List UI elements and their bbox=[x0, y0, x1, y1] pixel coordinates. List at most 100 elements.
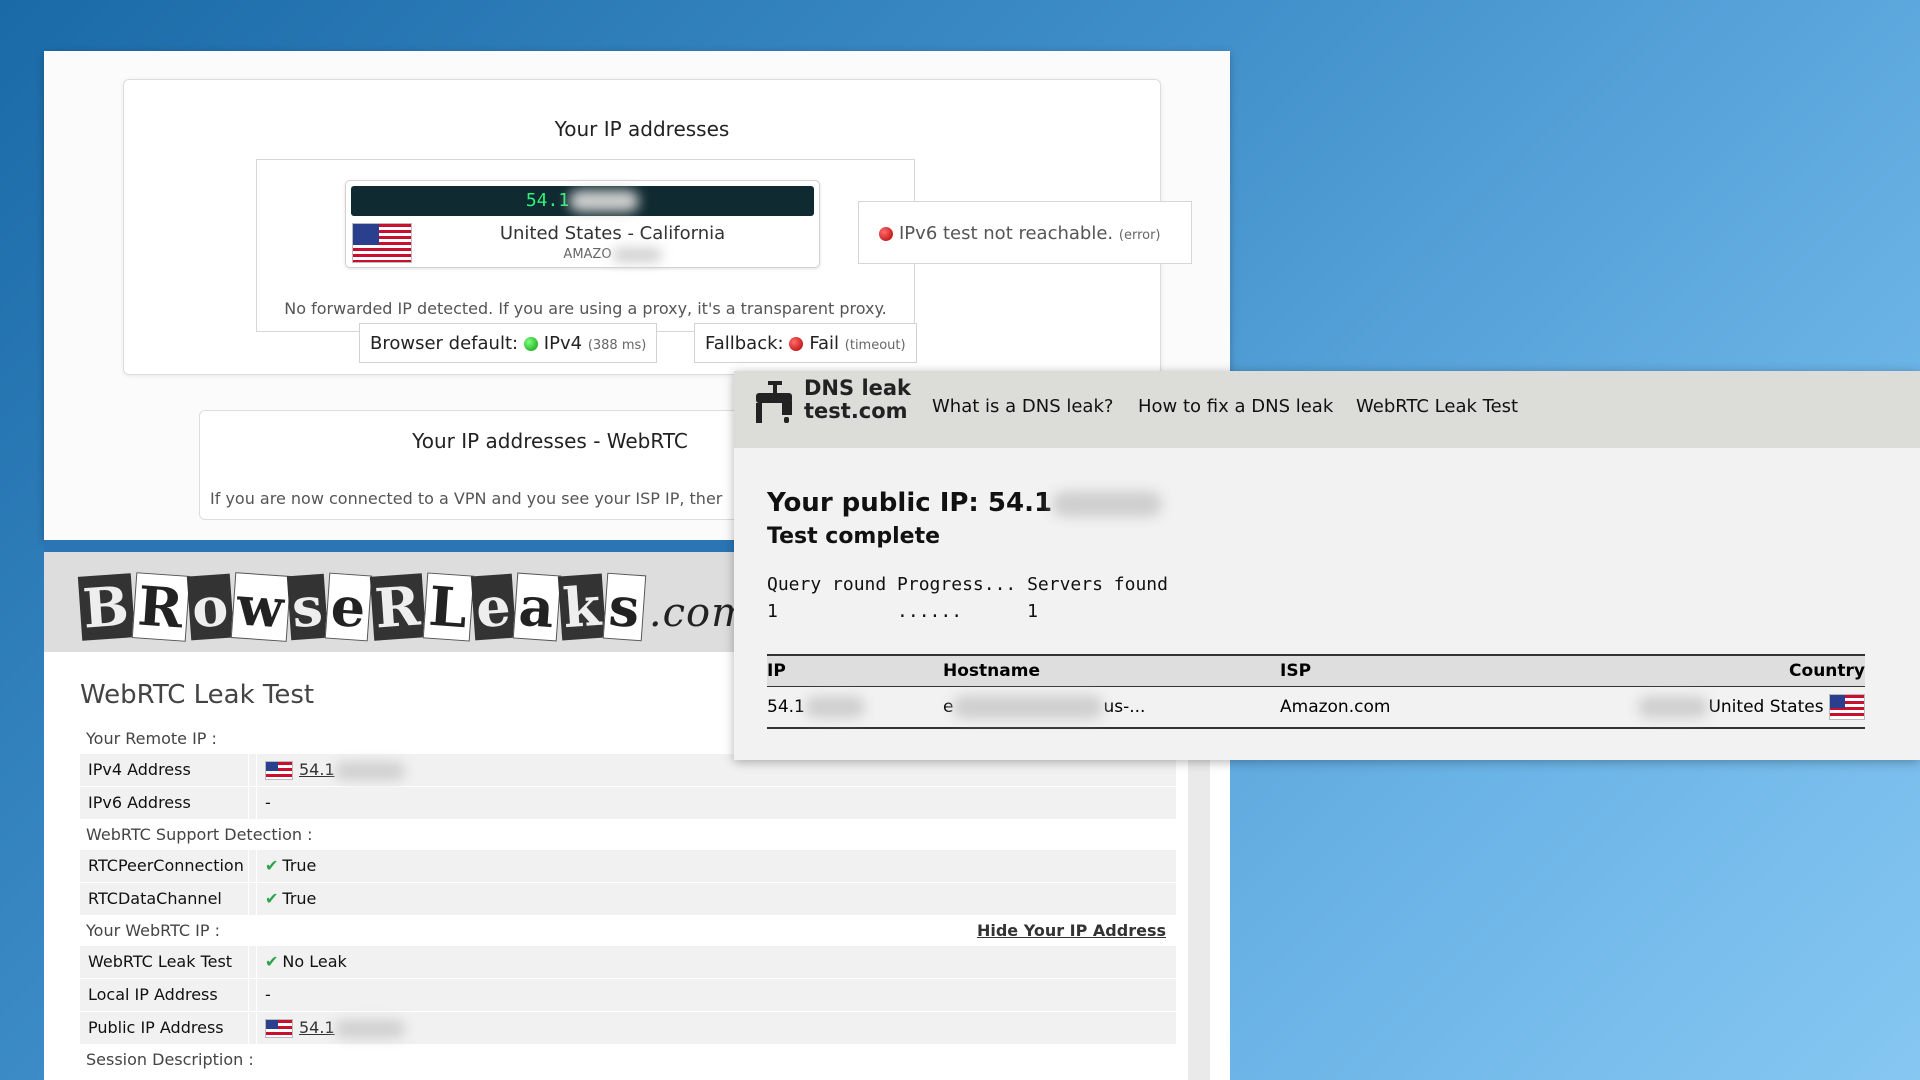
redacted-ip: x bbox=[334, 1019, 405, 1038]
col-ip: IP bbox=[767, 661, 786, 681]
table-row: IPv6 Address - bbox=[80, 787, 1176, 820]
redacted-ip: x bbox=[1052, 490, 1163, 517]
row-country: xUnited States bbox=[1638, 687, 1865, 727]
ipv6-status-text: IPv6 test not reachable. bbox=[899, 223, 1114, 244]
nav-webrtc-leak-test[interactable]: WebRTC Leak Test bbox=[1356, 396, 1518, 417]
public-ip-label: Public IP Address bbox=[88, 1018, 224, 1037]
rtcdata-value: True bbox=[282, 889, 317, 908]
leak-test-value: No Leak bbox=[282, 952, 347, 971]
ip-isp: AMAZOx bbox=[416, 247, 809, 262]
red-status-dot-icon bbox=[789, 337, 804, 351]
col-hostname: Hostname bbox=[943, 661, 1040, 681]
dnsleaktest-logo[interactable]: DNS leak test.com bbox=[804, 377, 911, 423]
row-ip-text: 54.1 bbox=[767, 697, 805, 717]
ipv4-box: 54.1x United States - California AMAZOx … bbox=[256, 159, 915, 332]
ipv4-label: IPv4 Address bbox=[88, 760, 191, 779]
red-status-dot-icon bbox=[879, 227, 893, 241]
check-icon: ✔ bbox=[265, 889, 279, 908]
table-row: 54.1x exus-... Amazon.com xUnited States bbox=[767, 687, 1865, 729]
ipv6-status-box: IPv6 test not reachable. (error) bbox=[858, 201, 1192, 264]
leak-test-label: WebRTC Leak Test bbox=[88, 952, 233, 971]
local-ip-label: Local IP Address bbox=[88, 985, 218, 1004]
public-ip-text[interactable]: 54.1 bbox=[299, 1018, 335, 1037]
ipv4-value[interactable]: 54.1x bbox=[256, 754, 405, 786]
table-row: RTCPeerConnection ✔ True bbox=[80, 850, 1176, 883]
public-ip-heading: Your public IP: 54.1x bbox=[767, 488, 1163, 518]
nav-what-is-dns-leak[interactable]: What is a DNS leak? bbox=[932, 396, 1113, 417]
ip-location: United States - California bbox=[499, 223, 726, 244]
us-flag-icon bbox=[265, 1019, 293, 1038]
public-ip-value[interactable]: 54.1x bbox=[256, 1012, 405, 1044]
ip-addresses-card: Your IP addresses 54.1x United States - … bbox=[123, 79, 1192, 375]
row-country-text: United States bbox=[1708, 697, 1824, 717]
table-row: Public IP Address 54.1x bbox=[80, 1012, 1176, 1045]
browser-default-label: Browser default: bbox=[370, 333, 519, 354]
progress-header: Query round Progress... Servers found bbox=[767, 574, 1168, 595]
table-header: IP Hostname ISP Country bbox=[767, 654, 1865, 687]
isp-text: AMAZO bbox=[563, 247, 612, 262]
ipv6-label: IPv6 Address bbox=[88, 793, 191, 812]
ipv6-status-detail: (error) bbox=[1118, 228, 1161, 243]
site-nav: DNS leak test.com What is a DNS leak? Ho… bbox=[734, 371, 1920, 448]
col-country: Country bbox=[1789, 661, 1865, 681]
col-isp: ISP bbox=[1280, 661, 1312, 681]
nav-how-to-fix[interactable]: How to fix a DNS leak bbox=[1138, 396, 1333, 417]
progress-values: 1 ...... 1 bbox=[767, 601, 1038, 622]
rtcpeer-value-cell: ✔ True bbox=[256, 850, 316, 882]
ip-address-bar[interactable]: 54.1x bbox=[351, 186, 814, 216]
ip-addresses-title: Your IP addresses bbox=[554, 117, 730, 141]
brand-line-2: test.com bbox=[804, 399, 908, 423]
ip-info-card: 54.1x United States - California AMAZOx bbox=[345, 180, 820, 268]
hide-ip-link[interactable]: Hide Your IP Address bbox=[977, 916, 1166, 946]
public-ip-label: Your public IP: 54.1 bbox=[767, 488, 1053, 518]
green-status-dot-icon bbox=[523, 337, 538, 351]
webrtc-ip-section-text: Your WebRTC IP : bbox=[86, 921, 221, 940]
rtcpeer-value: True bbox=[282, 856, 317, 875]
table-row: WebRTC Leak Test ✔ No Leak bbox=[80, 946, 1176, 979]
test-status: Test complete bbox=[767, 524, 941, 549]
browser-default-detail: (388 ms) bbox=[587, 338, 647, 353]
fallback-label: Fallback: bbox=[705, 333, 784, 354]
redacted-isp: x bbox=[611, 247, 662, 262]
webrtc-ip-section-label: Your WebRTC IP : Hide Your IP Address bbox=[80, 916, 1176, 946]
webrtc-results-table: Your Remote IP : IPv4 Address 54.1x IPv6… bbox=[80, 724, 1176, 1075]
row-hostname-prefix: e bbox=[943, 697, 954, 717]
rtcdata-label: RTCDataChannel bbox=[88, 889, 222, 908]
faucet-icon[interactable] bbox=[754, 379, 796, 427]
forwarded-ip-note: No forwarded IP detected. If you are usi… bbox=[284, 299, 887, 318]
support-section-label: WebRTC Support Detection : bbox=[86, 825, 313, 844]
brand-line-1: DNS leak bbox=[804, 376, 912, 400]
table-row: Local IP Address - bbox=[80, 979, 1176, 1012]
rtcpeer-label: RTCPeerConnection bbox=[88, 856, 244, 875]
browser-default-pill: Browser default: IPv4 (388 ms) bbox=[359, 323, 658, 363]
row-hostname: exus-... bbox=[943, 687, 1145, 727]
browserleaks-logo[interactable]: BRowseRLeaks .com bbox=[77, 572, 754, 642]
fallback-detail: (timeout) bbox=[844, 338, 906, 353]
ipv6-value: - bbox=[256, 787, 271, 819]
check-icon: ✔ bbox=[265, 856, 279, 875]
table-row: RTCDataChannel ✔ True bbox=[80, 883, 1176, 916]
fallback-pill: Fallback: Fail (timeout) bbox=[694, 323, 917, 363]
rtcdata-value-cell: ✔ True bbox=[256, 883, 316, 915]
fallback-value: Fail bbox=[809, 333, 840, 354]
browser-default-value: IPv4 bbox=[543, 333, 583, 354]
redacted-ip: x bbox=[804, 696, 865, 718]
local-ip-value: - bbox=[256, 979, 271, 1011]
us-flag-icon bbox=[265, 761, 293, 780]
dnsleaktest-panel: DNS leak test.com What is a DNS leak? Ho… bbox=[734, 371, 1920, 760]
leak-test-value-cell: ✔ No Leak bbox=[256, 946, 347, 978]
dns-servers-table: IP Hostname ISP Country 54.1x exus-... A… bbox=[767, 654, 1865, 729]
webrtc-vpn-note: If you are now connected to a VPN and yo… bbox=[210, 489, 723, 508]
check-icon: ✔ bbox=[265, 952, 279, 971]
row-ip: 54.1x bbox=[767, 687, 865, 727]
row-hostname-suffix: us-... bbox=[1103, 697, 1146, 717]
session-section-label: Session Description : bbox=[86, 1050, 254, 1069]
ipv4-text[interactable]: 54.1 bbox=[299, 760, 335, 779]
redacted-country-prefix: x bbox=[1638, 696, 1709, 718]
redacted-hostname: x bbox=[953, 695, 1104, 719]
us-flag-icon bbox=[1829, 694, 1865, 720]
us-flag-icon bbox=[352, 223, 412, 263]
ip-address-text: 54.1 bbox=[525, 190, 570, 211]
redacted-ip: x bbox=[569, 190, 640, 212]
page-title: WebRTC Leak Test bbox=[80, 680, 315, 710]
